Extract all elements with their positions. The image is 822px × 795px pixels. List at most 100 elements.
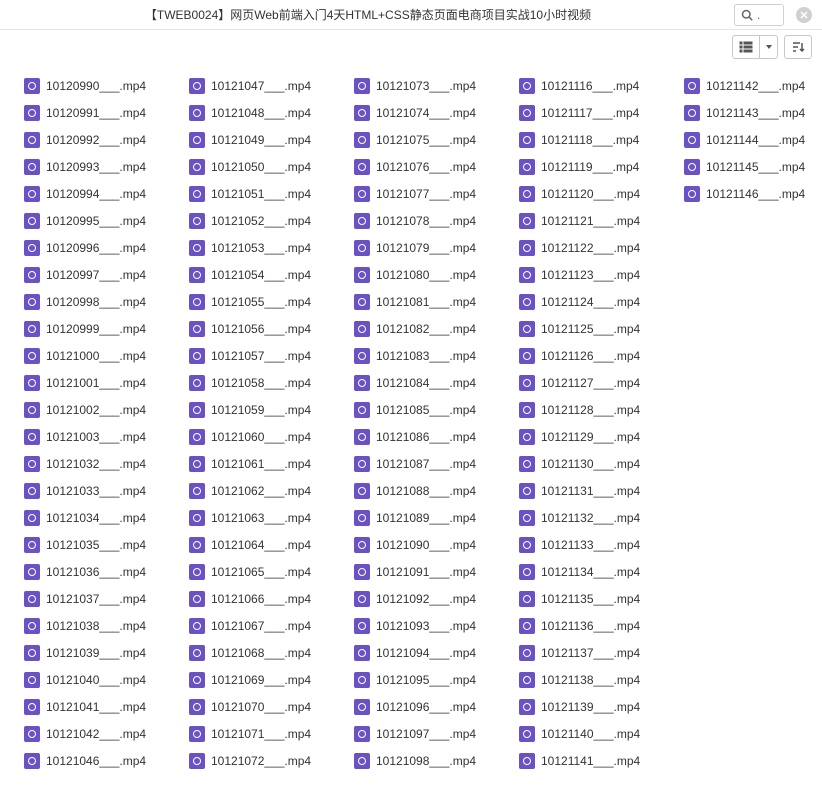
file-item[interactable]: 10121058___.mp4 xyxy=(189,369,334,396)
file-item[interactable]: 10121038___.mp4 xyxy=(24,612,169,639)
file-item[interactable]: 10121120___.mp4 xyxy=(519,180,664,207)
file-item[interactable]: 10121060___.mp4 xyxy=(189,423,334,450)
file-item[interactable]: 10121001___.mp4 xyxy=(24,369,169,396)
file-item[interactable]: 10121080___.mp4 xyxy=(354,261,499,288)
file-item[interactable]: 10121137___.mp4 xyxy=(519,639,664,666)
breadcrumb[interactable]: 【TWEB0024】网页Web前端入门4天HTML+CSS静态页面电商项目实战1… xyxy=(10,6,726,23)
file-item[interactable]: 10121083___.mp4 xyxy=(354,342,499,369)
file-item[interactable]: 10121118___.mp4 xyxy=(519,126,664,153)
file-item[interactable]: 10121098___.mp4 xyxy=(354,747,499,774)
file-item[interactable]: 10121040___.mp4 xyxy=(24,666,169,693)
file-item[interactable]: 10121131___.mp4 xyxy=(519,477,664,504)
file-item[interactable]: 10121076___.mp4 xyxy=(354,153,499,180)
file-item[interactable]: 10121121___.mp4 xyxy=(519,207,664,234)
file-item[interactable]: 10121125___.mp4 xyxy=(519,315,664,342)
file-item[interactable]: 10121057___.mp4 xyxy=(189,342,334,369)
file-item[interactable]: 10121035___.mp4 xyxy=(24,531,169,558)
file-item[interactable]: 10121079___.mp4 xyxy=(354,234,499,261)
file-item[interactable]: 10121089___.mp4 xyxy=(354,504,499,531)
file-item[interactable]: 10121090___.mp4 xyxy=(354,531,499,558)
file-item[interactable]: 10121036___.mp4 xyxy=(24,558,169,585)
file-item[interactable]: 10121064___.mp4 xyxy=(189,531,334,558)
file-item[interactable]: 10121034___.mp4 xyxy=(24,504,169,531)
file-item[interactable]: 10120990___.mp4 xyxy=(24,72,169,99)
file-item[interactable]: 10120997___.mp4 xyxy=(24,261,169,288)
file-item[interactable]: 10121097___.mp4 xyxy=(354,720,499,747)
file-item[interactable]: 10121000___.mp4 xyxy=(24,342,169,369)
file-item[interactable]: 10121130___.mp4 xyxy=(519,450,664,477)
file-item[interactable]: 10121144___.mp4 xyxy=(684,126,822,153)
file-item[interactable]: 10121141___.mp4 xyxy=(519,747,664,774)
file-item[interactable]: 10121095___.mp4 xyxy=(354,666,499,693)
file-item[interactable]: 10121041___.mp4 xyxy=(24,693,169,720)
view-list-button[interactable] xyxy=(732,35,760,59)
file-item[interactable]: 10121081___.mp4 xyxy=(354,288,499,315)
file-item[interactable]: 10121122___.mp4 xyxy=(519,234,664,261)
file-item[interactable]: 10121032___.mp4 xyxy=(24,450,169,477)
file-item[interactable]: 10121067___.mp4 xyxy=(189,612,334,639)
file-item[interactable]: 10120995___.mp4 xyxy=(24,207,169,234)
file-item[interactable]: 10120992___.mp4 xyxy=(24,126,169,153)
file-item[interactable]: 10121073___.mp4 xyxy=(354,72,499,99)
file-item[interactable]: 10120996___.mp4 xyxy=(24,234,169,261)
file-item[interactable]: 10121116___.mp4 xyxy=(519,72,664,99)
file-item[interactable]: 10121062___.mp4 xyxy=(189,477,334,504)
file-item[interactable]: 10121063___.mp4 xyxy=(189,504,334,531)
file-item[interactable]: 10121077___.mp4 xyxy=(354,180,499,207)
file-item[interactable]: 10121092___.mp4 xyxy=(354,585,499,612)
file-item[interactable]: 10121091___.mp4 xyxy=(354,558,499,585)
file-item[interactable]: 10121082___.mp4 xyxy=(354,315,499,342)
file-item[interactable]: 10121039___.mp4 xyxy=(24,639,169,666)
file-item[interactable]: 10121074___.mp4 xyxy=(354,99,499,126)
file-item[interactable]: 10121049___.mp4 xyxy=(189,126,334,153)
file-item[interactable]: 10121140___.mp4 xyxy=(519,720,664,747)
file-item[interactable]: 10121068___.mp4 xyxy=(189,639,334,666)
file-item[interactable]: 10121119___.mp4 xyxy=(519,153,664,180)
file-item[interactable]: 10121053___.mp4 xyxy=(189,234,334,261)
file-item[interactable]: 10121085___.mp4 xyxy=(354,396,499,423)
file-item[interactable]: 10121051___.mp4 xyxy=(189,180,334,207)
file-item[interactable]: 10121139___.mp4 xyxy=(519,693,664,720)
search-input[interactable] xyxy=(757,8,777,22)
file-item[interactable]: 10121037___.mp4 xyxy=(24,585,169,612)
file-item[interactable]: 10121033___.mp4 xyxy=(24,477,169,504)
file-item[interactable]: 10121069___.mp4 xyxy=(189,666,334,693)
file-item[interactable]: 10121066___.mp4 xyxy=(189,585,334,612)
view-dropdown-button[interactable] xyxy=(760,35,778,59)
file-item[interactable]: 10121075___.mp4 xyxy=(354,126,499,153)
file-item[interactable]: 10121133___.mp4 xyxy=(519,531,664,558)
file-item[interactable]: 10121127___.mp4 xyxy=(519,369,664,396)
file-item[interactable]: 10121071___.mp4 xyxy=(189,720,334,747)
file-item[interactable]: 10121096___.mp4 xyxy=(354,693,499,720)
file-item[interactable]: 10120993___.mp4 xyxy=(24,153,169,180)
file-item[interactable]: 10121061___.mp4 xyxy=(189,450,334,477)
file-item[interactable]: 10121084___.mp4 xyxy=(354,369,499,396)
file-item[interactable]: 10121132___.mp4 xyxy=(519,504,664,531)
file-item[interactable]: 10121059___.mp4 xyxy=(189,396,334,423)
file-item[interactable]: 10121086___.mp4 xyxy=(354,423,499,450)
file-item[interactable]: 10121093___.mp4 xyxy=(354,612,499,639)
file-item[interactable]: 10121065___.mp4 xyxy=(189,558,334,585)
file-item[interactable]: 10121146___.mp4 xyxy=(684,180,822,207)
file-item[interactable]: 10121143___.mp4 xyxy=(684,99,822,126)
file-item[interactable]: 10121135___.mp4 xyxy=(519,585,664,612)
file-item[interactable]: 10121142___.mp4 xyxy=(684,72,822,99)
search-box[interactable] xyxy=(734,4,784,26)
file-item[interactable]: 10121047___.mp4 xyxy=(189,72,334,99)
file-item[interactable]: 10121056___.mp4 xyxy=(189,315,334,342)
file-item[interactable]: 10121124___.mp4 xyxy=(519,288,664,315)
file-item[interactable]: 10121123___.mp4 xyxy=(519,261,664,288)
file-item[interactable]: 10121055___.mp4 xyxy=(189,288,334,315)
file-item[interactable]: 10121126___.mp4 xyxy=(519,342,664,369)
file-item[interactable]: 10120991___.mp4 xyxy=(24,99,169,126)
file-item[interactable]: 10121128___.mp4 xyxy=(519,396,664,423)
file-item[interactable]: 10121054___.mp4 xyxy=(189,261,334,288)
file-item[interactable]: 10120999___.mp4 xyxy=(24,315,169,342)
file-item[interactable]: 10121138___.mp4 xyxy=(519,666,664,693)
file-item[interactable]: 10121070___.mp4 xyxy=(189,693,334,720)
file-item[interactable]: 10121003___.mp4 xyxy=(24,423,169,450)
file-item[interactable]: 10121136___.mp4 xyxy=(519,612,664,639)
clear-search-button[interactable] xyxy=(796,7,812,23)
file-item[interactable]: 10120998___.mp4 xyxy=(24,288,169,315)
file-item[interactable]: 10121048___.mp4 xyxy=(189,99,334,126)
